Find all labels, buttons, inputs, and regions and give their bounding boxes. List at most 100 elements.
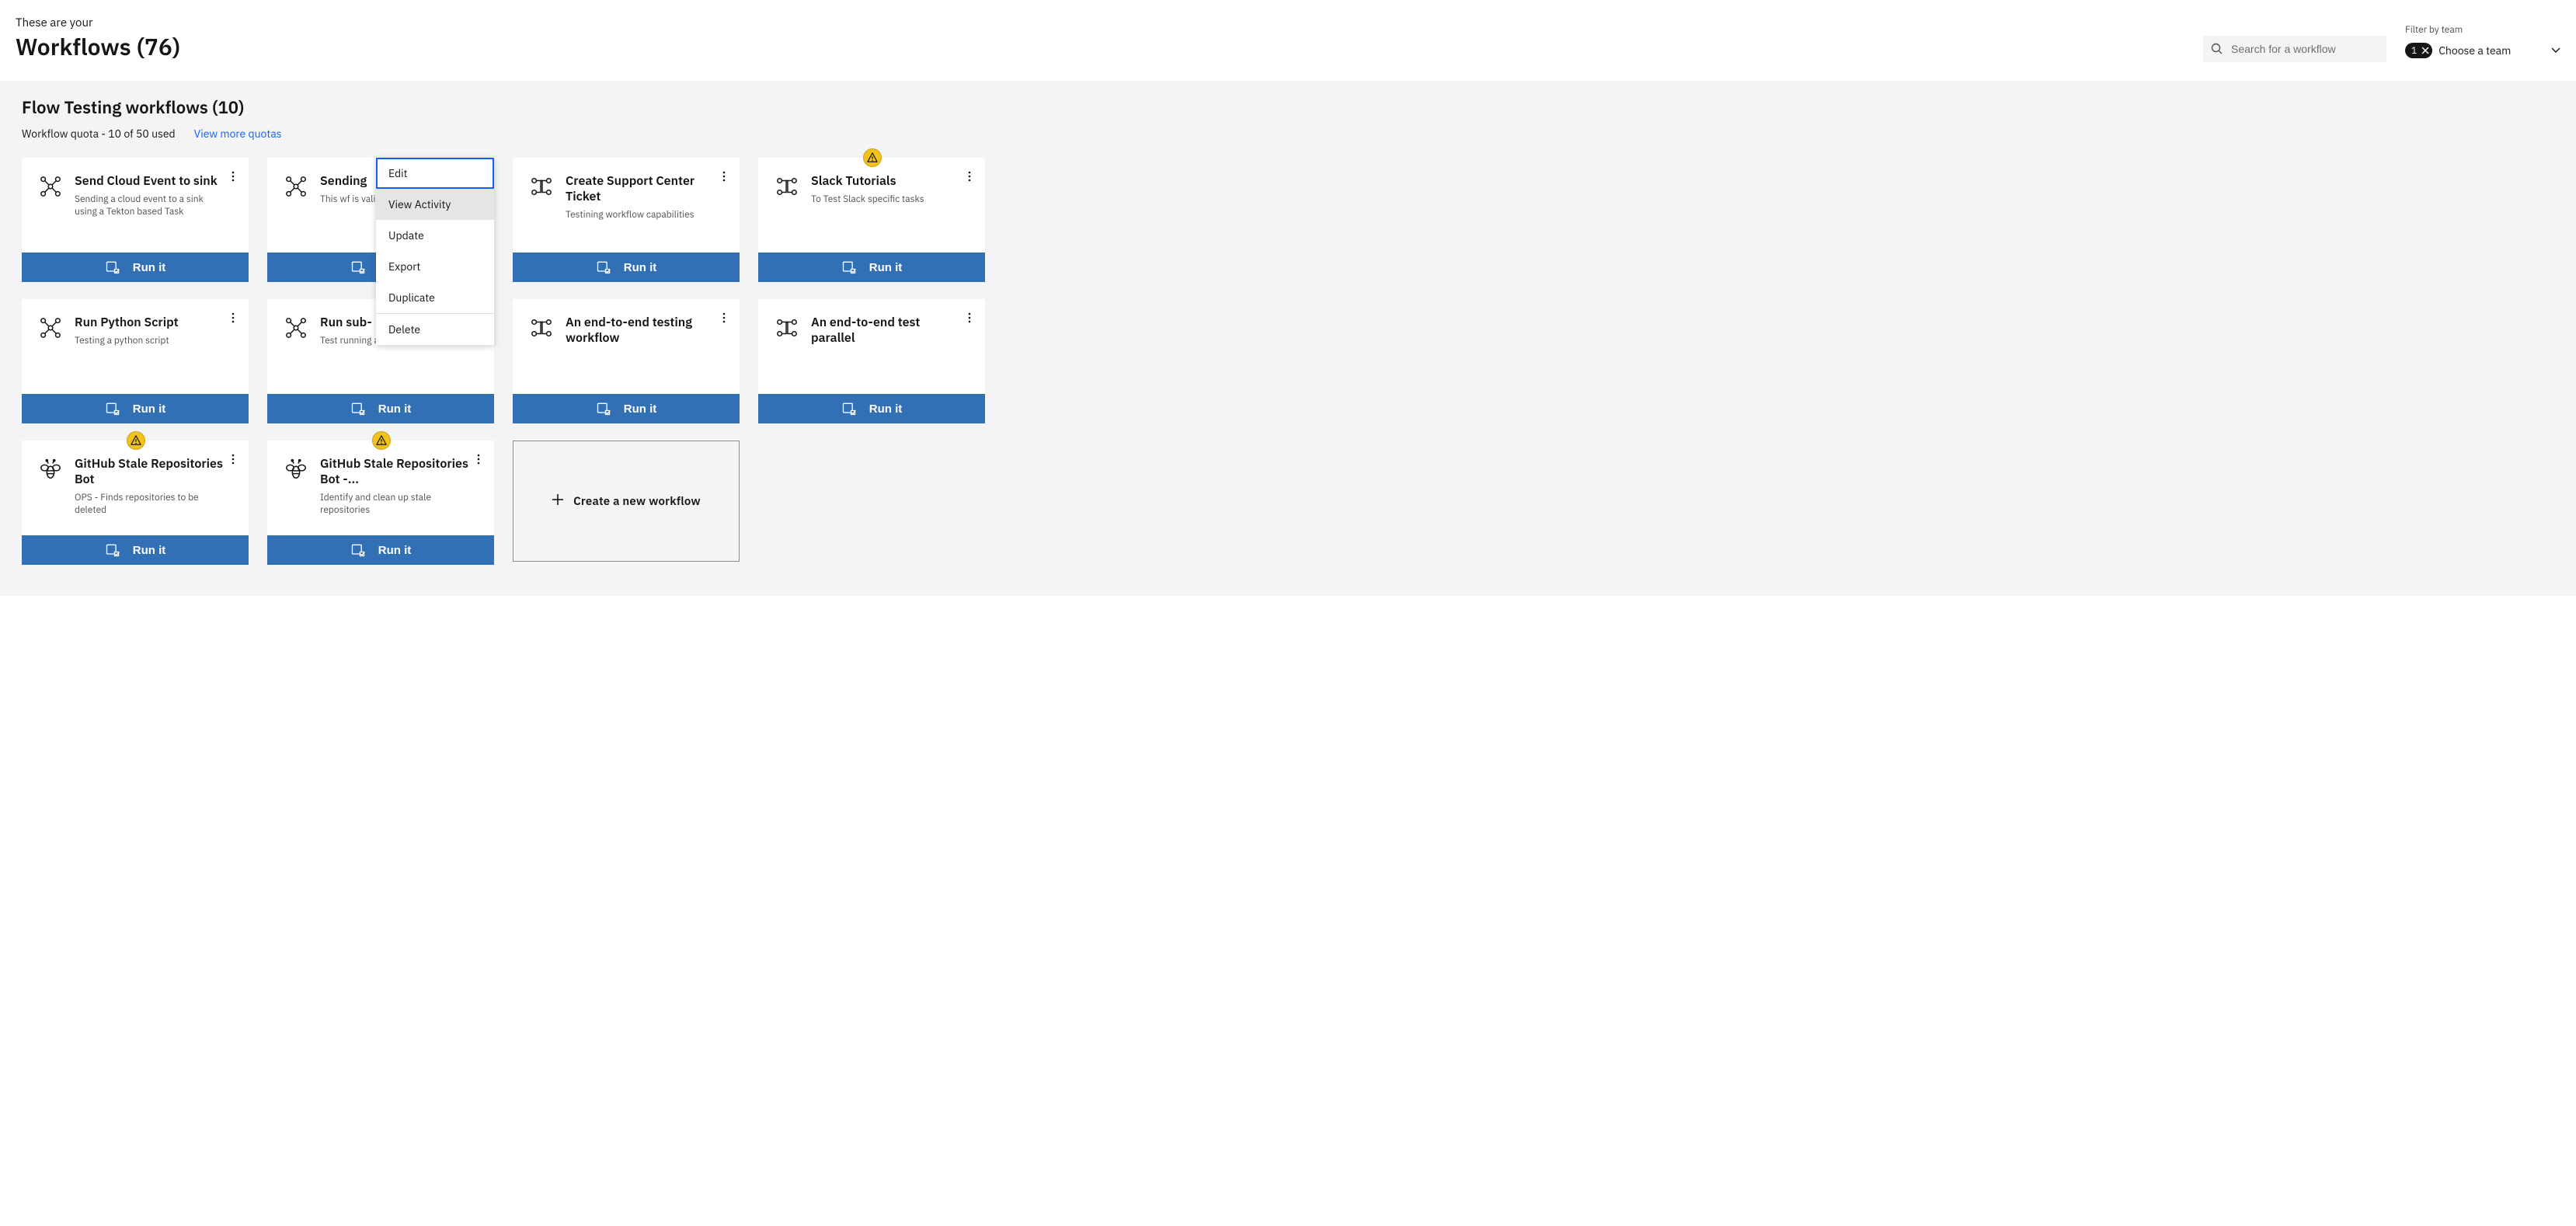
menu-item-edit[interactable]: Edit [376,158,494,189]
run-button-label: Run it [133,402,166,416]
card-title: Run Python Script [75,315,227,330]
team-picker[interactable]: 1 Choose a team [2405,39,2560,62]
run-button-label: Run it [133,544,166,557]
workflow-card: GitHub Stale Repositories Bot OPS - Finds… [22,441,249,565]
run-button[interactable]: Run it [22,535,249,565]
card-body: An end-to-end testing workflow [513,299,740,394]
workflow-card: GitHub Stale Repositories Bot -... Identi… [267,441,494,565]
run-button[interactable]: Run it [22,394,249,423]
card-description: Testing a python script [75,335,227,347]
warning-badge-icon [372,431,391,450]
card-body: Slack Tutorials To Test Slack specific ta… [758,158,985,253]
card-description: OPS - Finds repositories to be deleted [75,492,227,517]
card-title: GitHub Stale Repositories Bot [75,456,227,487]
page-header: These are your Workflows (76) Filter by … [0,0,2576,81]
workflow-type-icon [284,456,309,528]
card-text-block: Slack Tutorials To Test Slack specific ta… [811,173,963,245]
run-button[interactable]: Run it [267,535,494,565]
workflow-card: An end-to-end testing workflow Run it [513,299,740,423]
card-menu-button[interactable] [222,448,244,470]
content-area: Flow Testing workflows (10) Workflow quo… [0,81,2576,596]
run-button-label: Run it [133,261,166,274]
workflow-type-icon [530,173,555,245]
search-input[interactable] [2231,43,2379,55]
card-text-block: Send Cloud Event to sink Sending a cloud … [75,173,227,245]
close-icon[interactable] [2421,47,2429,54]
card-text-block: Run Python Script Testing a python script [75,315,227,386]
card-text-block: GitHub Stale Repositories Bot OPS - Finds… [75,456,227,528]
run-button[interactable]: Run it [267,394,494,423]
quota-text: Workflow quota - 10 of 50 used [22,127,176,141]
team-chip[interactable]: 1 [2405,43,2432,58]
workflow-type-icon [39,173,64,245]
quota-row: Workflow quota - 10 of 50 used View more… [22,127,2554,141]
menu-item-export[interactable]: Export [376,251,494,282]
team-filter: Filter by team 1 Choose a team [2405,24,2560,62]
card-menu-button[interactable] [713,307,735,329]
run-button-label: Run it [378,402,412,416]
header-subtitle: These are your [16,16,180,30]
run-button[interactable]: Run it [513,394,740,423]
workflow-card: Run Python Script Testing a python script… [22,299,249,423]
workflow-card: Slack Tutorials To Test Slack specific ta… [758,158,985,282]
card-menu-button[interactable] [713,165,735,187]
card-menu-button[interactable] [222,165,244,187]
card-text-block: Create Support Center TicketTestining wo… [566,173,718,245]
run-button[interactable]: Run it [513,253,740,282]
card-text-block: An end-to-end test parallel [811,315,963,386]
menu-item-duplicate[interactable]: Duplicate [376,282,494,313]
create-workflow-label: Create a new workflow [573,494,701,509]
workflow-card: Create Support Center TicketTestining wo… [513,158,740,282]
plus-icon [552,493,564,510]
run-button-label: Run it [869,402,903,416]
team-filter-label: Filter by team [2405,24,2560,36]
menu-item-view-activity[interactable]: View Activity [376,189,494,220]
workflow-type-icon [530,315,555,386]
card-actions-menu[interactable]: Edit View Activity Update Export Duplica… [376,158,494,345]
run-button-label: Run it [624,261,657,274]
card-menu-button[interactable] [222,307,244,329]
card-body: Send Cloud Event to sink Sending a cloud … [22,158,249,253]
workflow-type-icon [284,173,309,245]
team-picker-placeholder: Choose a team [2438,44,2511,57]
card-menu-button[interactable] [959,165,980,187]
workflow-type-icon [284,315,309,386]
header-title-block: These are your Workflows (76) [16,16,180,62]
card-title: Send Cloud Event to sink [75,173,227,189]
chevron-down-icon [2551,47,2560,54]
card-menu-button[interactable] [959,307,980,329]
section-title: Flow Testing workflows (10) [22,96,2554,119]
workflow-card: An end-to-end test parallel Run it [758,299,985,423]
card-title: GitHub Stale Repositories Bot -... [320,456,472,487]
workflow-type-icon [775,173,800,245]
card-title: Create Support Center Ticket [566,173,718,204]
card-body: Create Support Center TicketTestining wo… [513,158,740,253]
menu-item-delete[interactable]: Delete [376,314,494,345]
run-button[interactable]: Run it [22,253,249,282]
card-body: An end-to-end test parallel [758,299,985,394]
run-button-label: Run it [869,261,903,274]
card-title: An end-to-end testing workflow [566,315,718,346]
create-workflow-card[interactable]: Create a new workflow [513,441,740,562]
menu-item-update[interactable]: Update [376,220,494,251]
warning-badge-icon [863,148,882,167]
run-button[interactable]: Run it [758,253,985,282]
card-description: To Test Slack specific tasks [811,193,963,206]
run-button[interactable]: Run it [758,394,985,423]
workflow-type-icon [39,315,64,386]
workflow-type-icon [775,315,800,386]
card-title: Slack Tutorials [811,173,963,189]
workflow-cards-grid: Send Cloud Event to sink Sending a cloud … [22,158,2554,565]
header-controls: Filter by team 1 Choose a team [2203,24,2560,62]
workflow-type-icon [39,456,64,528]
card-menu-button[interactable] [468,448,489,470]
search-box[interactable] [2203,36,2386,62]
card-text-block: An end-to-end testing workflow [566,315,718,386]
card-description: Sending a cloud event to a sink using a … [75,193,227,218]
card-text-block: GitHub Stale Repositories Bot -... Identi… [320,456,472,528]
view-quotas-link[interactable]: View more quotas [194,127,282,141]
warning-badge-icon [127,431,145,450]
workflow-card: Send Cloud Event to sink Sending a cloud … [22,158,249,282]
card-body: Run Python Script Testing a python script [22,299,249,394]
card-description: Identify and clean up stale repositories [320,492,472,517]
